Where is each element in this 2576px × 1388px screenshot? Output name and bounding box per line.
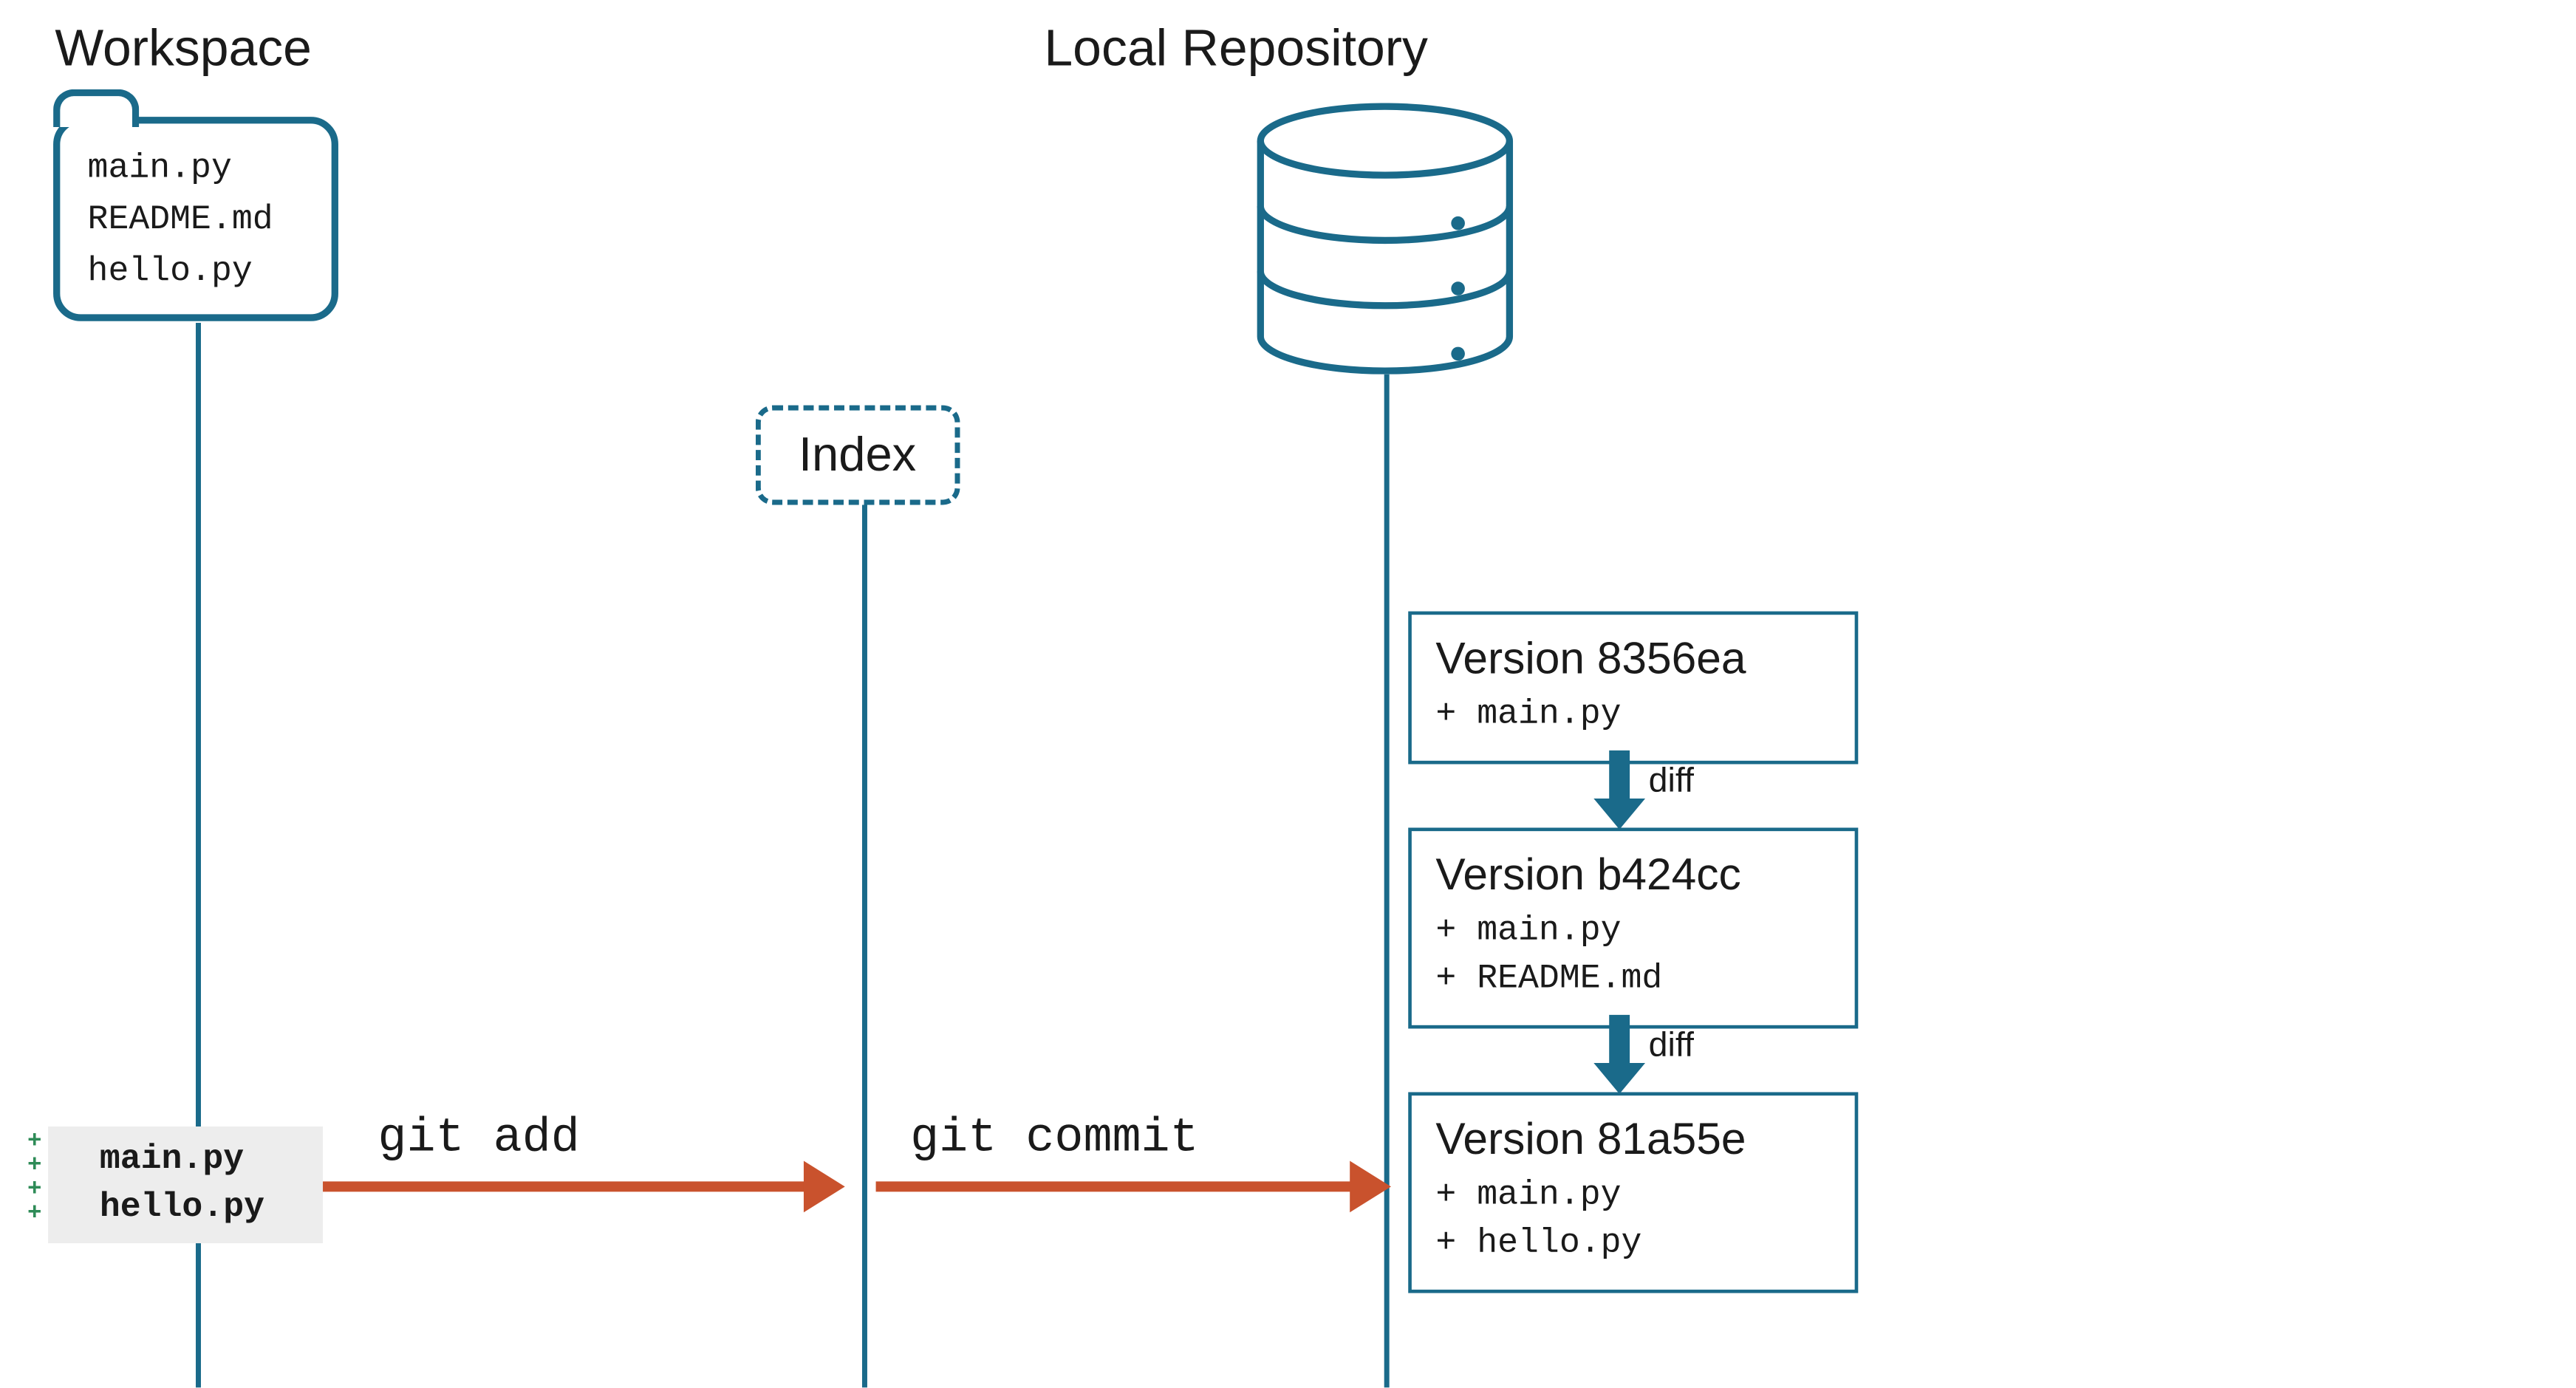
- version-title: Version 81a55e: [1435, 1112, 1831, 1166]
- staged-file: hello.py: [100, 1185, 289, 1233]
- workspace-file: hello.py: [88, 247, 273, 299]
- diff-arrow-icon: [1606, 1015, 1633, 1090]
- database-icon: [1252, 103, 1518, 374]
- repo-lifeline: [1384, 375, 1390, 1388]
- version-file: + main.py: [1435, 1173, 1831, 1221]
- plus-marker-icon: ++++: [27, 1127, 41, 1223]
- index-label: Index: [799, 428, 916, 481]
- workspace-file-list: main.py README.md hello.py: [88, 144, 273, 298]
- version-title: Version 8356ea: [1435, 632, 1831, 685]
- diff-label: diff: [1649, 762, 1694, 801]
- workspace-heading: Workspace: [55, 21, 312, 79]
- index-lifeline: [862, 502, 867, 1388]
- version-file: + README.md: [1435, 957, 1831, 1005]
- version-file: + hello.py: [1435, 1221, 1831, 1269]
- git-commit-label: git commit: [910, 1112, 1199, 1166]
- staged-changes-box: main.py hello.py: [48, 1127, 323, 1243]
- local-repo-heading: Local Repository: [1044, 21, 1427, 79]
- diff-arrow-icon: [1606, 751, 1633, 826]
- git-add-arrow-icon: [323, 1181, 807, 1192]
- version-title: Version b424cc: [1435, 848, 1831, 901]
- workspace-file: main.py: [88, 144, 273, 196]
- index-box: Index: [756, 406, 959, 505]
- staged-file: main.py: [100, 1137, 289, 1185]
- git-add-label: git add: [377, 1112, 579, 1166]
- diff-label: diff: [1649, 1027, 1694, 1066]
- version-file: + main.py: [1435, 909, 1831, 957]
- version-box: Version 81a55e + main.py + hello.py: [1408, 1092, 1858, 1293]
- version-box: Version 8356ea + main.py: [1408, 612, 1858, 765]
- version-box: Version b424cc + main.py + README.md: [1408, 827, 1858, 1028]
- diagram-canvas: Workspace Local Repository main.py READM…: [0, 0, 2576, 1387]
- version-file: + main.py: [1435, 692, 1831, 740]
- workspace-folder-icon: main.py README.md hello.py: [53, 117, 345, 321]
- git-commit-arrow-icon: [876, 1181, 1353, 1192]
- workspace-file: README.md: [88, 196, 273, 247]
